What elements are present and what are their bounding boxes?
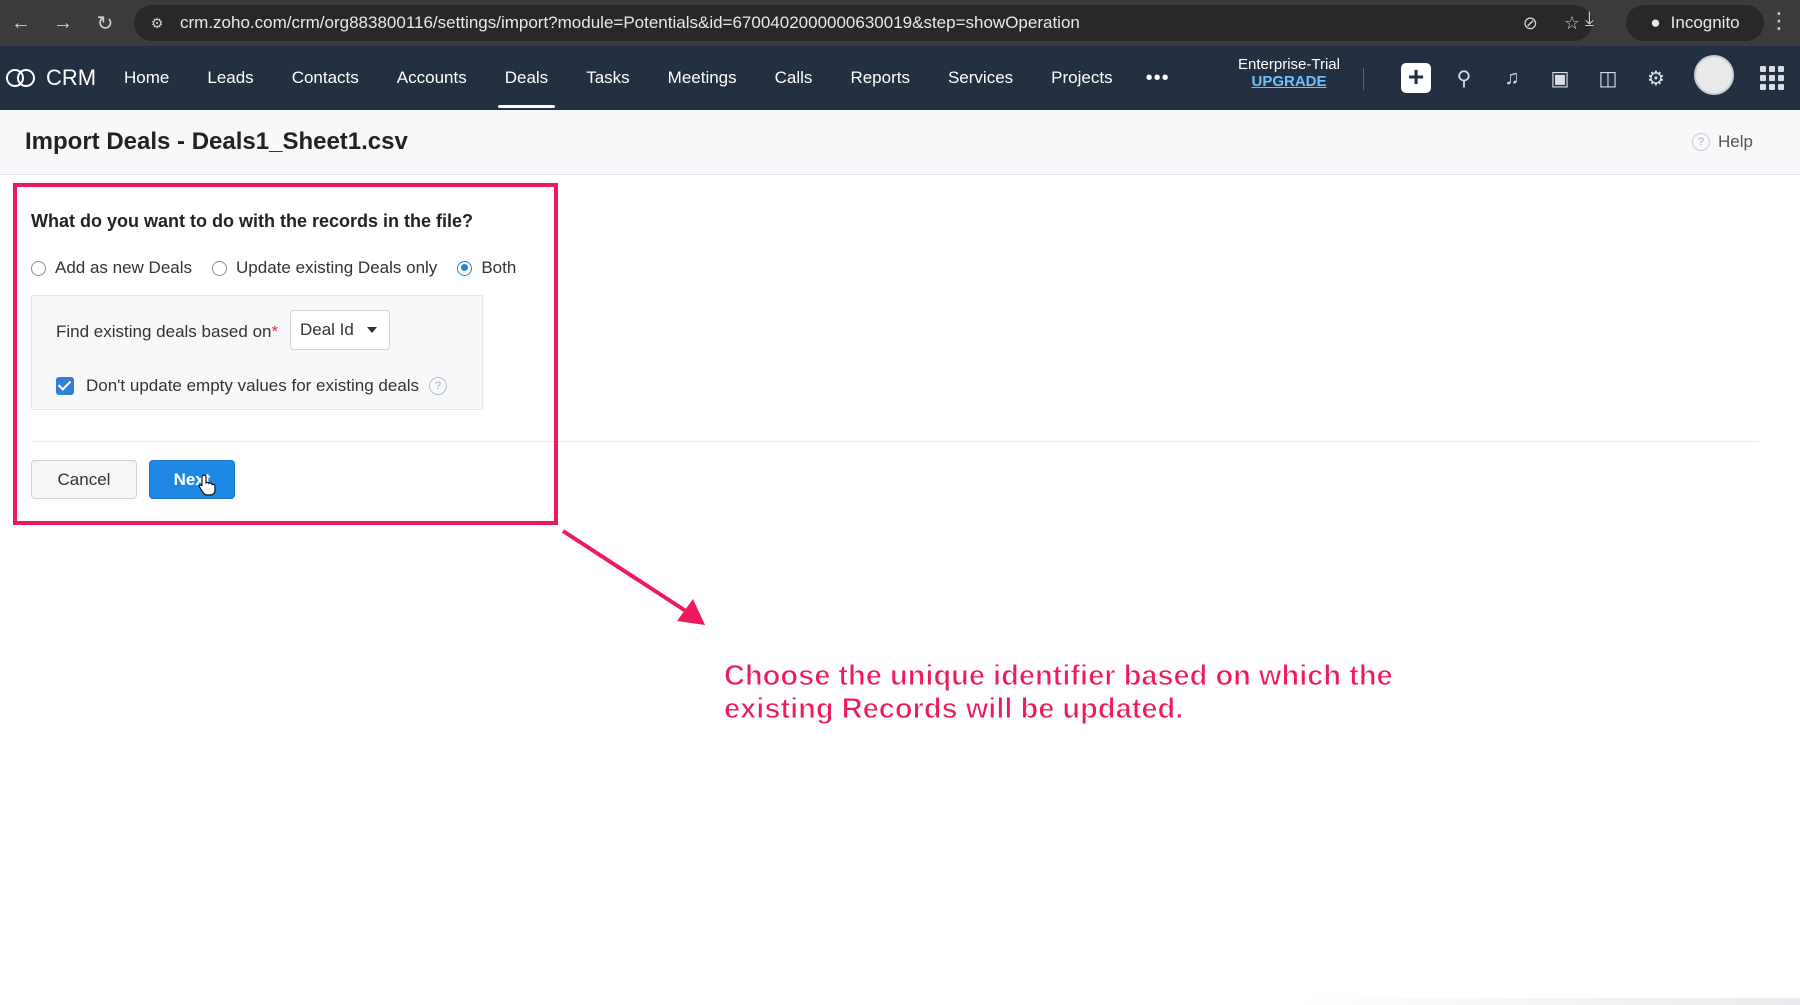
crm-logo-icon <box>6 67 38 89</box>
download-icon[interactable]: ⤓ <box>1585 8 1594 31</box>
nav-accounts[interactable]: Accounts <box>378 46 486 110</box>
site-settings-icon[interactable]: ⚙ <box>146 12 168 34</box>
browser-toolbar: ← → ↻ ⚙ crm.zoho.com/crm/org883800116/se… <box>0 0 1800 46</box>
avatar[interactable] <box>1694 55 1734 95</box>
reload-icon[interactable]: ↻ <box>84 0 126 46</box>
back-icon[interactable]: ← <box>0 0 42 46</box>
annotation-callout: Choose the unique identifier based on wh… <box>724 660 1484 726</box>
nav-reports[interactable]: Reports <box>831 46 929 110</box>
apps-grid-icon[interactable] <box>1760 66 1784 90</box>
annotation-arrow-icon <box>561 529 705 625</box>
brand-name: CRM <box>46 65 97 90</box>
marketplace-icon[interactable]: ◫ <box>1584 46 1632 110</box>
help-icon: ? <box>1692 133 1710 151</box>
nav-home[interactable]: Home <box>105 46 188 110</box>
url-text[interactable]: crm.zoho.com/crm/org883800116/settings/i… <box>180 13 1080 33</box>
gear-icon[interactable]: ⚙ <box>1632 46 1680 110</box>
nav-deals[interactable]: Deals <box>486 46 567 110</box>
nav-divider <box>1363 68 1364 90</box>
nav-meetings[interactable]: Meetings <box>649 46 756 110</box>
incognito-icon: ● <box>1650 13 1661 32</box>
incognito-label: Incognito <box>1670 13 1740 32</box>
browser-menu-icon[interactable]: ⋮ <box>1768 8 1790 34</box>
nav-leads[interactable]: Leads <box>188 46 272 110</box>
nav-tasks[interactable]: Tasks <box>567 46 648 110</box>
incognito-badge[interactable]: ● Incognito <box>1626 5 1764 41</box>
help-label: Help <box>1718 132 1753 151</box>
annotation-line-1: Choose the unique identifier based on wh… <box>724 660 1394 693</box>
bell-icon[interactable]: ♫ <box>1488 46 1536 110</box>
create-button[interactable]: + <box>1392 46 1440 110</box>
upgrade-link[interactable]: UPGRADE <box>1224 73 1354 90</box>
page-title: Import Deals - Deals1_Sheet1.csv <box>25 128 408 155</box>
address-bar[interactable]: ⚙ crm.zoho.com/crm/org883800116/settings… <box>134 5 1592 41</box>
app-top-nav: CRM Home Leads Contacts Accounts Deals T… <box>0 46 1800 110</box>
crm-brand[interactable]: CRM <box>6 46 96 110</box>
annotation-line-2: existing Records will be updated. <box>724 693 1184 726</box>
top-icons: + ⚲ ♫ ▣ ◫ ⚙ <box>1392 46 1680 110</box>
more-modules-icon[interactable]: ••• <box>1132 67 1184 90</box>
eye-off-icon[interactable]: ⊘ <box>1523 13 1538 34</box>
calendar-icon[interactable]: ▣ <box>1536 46 1584 110</box>
trial-label: Enterprise-Trial <box>1238 56 1340 73</box>
module-tabs: Home Leads Contacts Accounts Deals Tasks… <box>105 46 1184 110</box>
search-icon[interactable]: ⚲ <box>1440 46 1488 110</box>
nav-projects[interactable]: Projects <box>1032 46 1131 110</box>
nav-contacts[interactable]: Contacts <box>273 46 378 110</box>
help-link[interactable]: ? Help <box>1692 132 1753 152</box>
nav-calls[interactable]: Calls <box>756 46 832 110</box>
annotation-highlight-box <box>13 183 558 525</box>
bookmark-star-icon[interactable]: ☆ <box>1564 13 1580 34</box>
nav-services[interactable]: Services <box>929 46 1032 110</box>
forward-icon[interactable]: → <box>42 0 84 46</box>
page-header: Import Deals - Deals1_Sheet1.csv ? Help <box>0 110 1800 175</box>
bottom-shade <box>1300 998 1800 1005</box>
plus-icon: + <box>1401 63 1431 93</box>
trial-info: Enterprise-Trial UPGRADE <box>1224 56 1354 90</box>
